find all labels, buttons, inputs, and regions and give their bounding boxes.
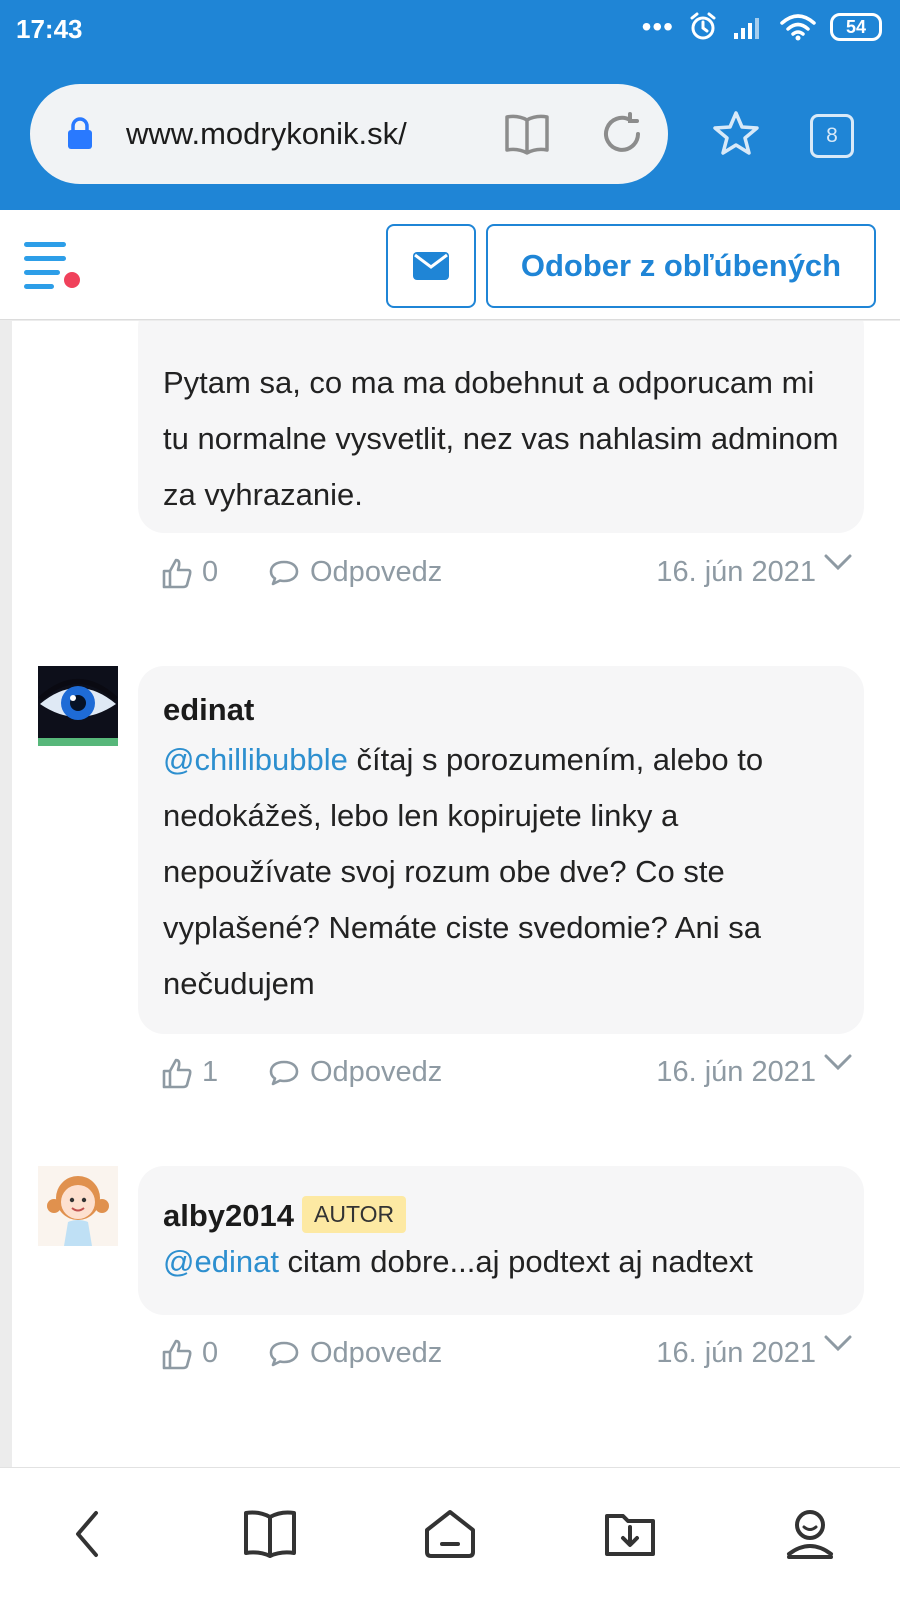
site-header: Odober z obľúbených (0, 210, 900, 320)
wifi-icon (780, 14, 816, 41)
comment-author[interactable]: alby2014 (163, 1198, 294, 1233)
menu-icon[interactable] (24, 242, 84, 294)
browser-chrome: 17:43 ••• 54 www.modrykonik.sk/ 8 (0, 0, 900, 210)
avatar[interactable] (38, 666, 118, 746)
bottom-nav (0, 1467, 900, 1600)
reply-label: Odpovedz (310, 556, 443, 588)
mail-icon (413, 252, 449, 280)
author-badge: AUTOR (302, 1196, 407, 1233)
like-button[interactable]: 1 (162, 1056, 218, 1089)
comment-date: 16. jún 2021 (656, 1337, 816, 1369)
reply-icon (269, 1060, 299, 1085)
star-icon[interactable] (712, 110, 760, 156)
like-button[interactable]: 0 (162, 556, 218, 589)
unfavorite-button[interactable]: Odober z obľúbených (486, 224, 876, 308)
reply-button[interactable]: Odpovedz (268, 556, 442, 589)
comment-actions: 0 Odpovedz 16. jún 2021 (162, 554, 872, 598)
thumbs-up-icon (162, 558, 192, 588)
comment-bubble: Pytam sa, co ma ma dobehnut a odporucam … (138, 321, 864, 533)
url-bar[interactable]: www.modrykonik.sk/ (30, 84, 668, 184)
battery-indicator: 54 (830, 13, 882, 41)
user-mention[interactable]: @edinat (163, 1244, 279, 1279)
bookmarks-icon[interactable] (240, 1504, 300, 1564)
status-time: 17:43 (16, 14, 83, 44)
more-notifications-icon: ••• (641, 11, 674, 42)
chevron-down-icon[interactable] (824, 554, 852, 572)
message-button[interactable] (386, 224, 476, 308)
profile-icon[interactable] (780, 1504, 840, 1564)
signal-icon (734, 18, 759, 39)
reply-icon (269, 1341, 299, 1366)
alarm-icon (690, 12, 716, 40)
comment-author-row: alby2014 AUTOR (163, 1196, 840, 1234)
like-button[interactable]: 0 (162, 1337, 218, 1370)
reply-icon (269, 560, 299, 585)
avatar[interactable] (38, 1166, 118, 1246)
reply-button[interactable]: Odpovedz (268, 1056, 442, 1089)
comment-thread: Pytam sa, co ma ma dobehnut a odporucam … (12, 321, 900, 1467)
comment-date: 16. jún 2021 (656, 556, 816, 588)
comment-text: Pytam sa, co ma ma dobehnut a odporucam … (163, 365, 839, 512)
comment-date: 16. jún 2021 (656, 1056, 816, 1088)
tabs-button[interactable]: 8 (810, 114, 854, 158)
download-icon[interactable] (600, 1504, 660, 1564)
reload-icon[interactable] (600, 112, 644, 156)
thumbs-up-icon (162, 1058, 192, 1088)
like-count: 0 (202, 556, 219, 588)
home-icon[interactable] (420, 1504, 480, 1564)
reply-label: Odpovedz (310, 1337, 443, 1369)
like-count: 0 (202, 1337, 219, 1369)
comment-actions: 1 Odpovedz 16. jún 2021 (162, 1054, 872, 1098)
like-count: 1 (202, 1056, 219, 1088)
comment-author[interactable]: edinat (163, 692, 840, 728)
comment-actions: 0 Odpovedz 16. jún 2021 (162, 1335, 872, 1379)
comment-bubble: edinat @chillibubble čítaj s porozumením… (138, 666, 864, 1034)
comment-text: @chillibubble čítaj s porozumením, alebo… (163, 742, 764, 1001)
comment-bubble: alby2014 AUTOR @edinat citam dobre...aj p… (138, 1166, 864, 1315)
reply-button[interactable]: Odpovedz (268, 1337, 442, 1370)
notification-dot (61, 269, 83, 291)
user-mention[interactable]: @chillibubble (163, 742, 348, 777)
chevron-down-icon[interactable] (824, 1335, 852, 1353)
reply-label: Odpovedz (310, 1056, 443, 1088)
thumbs-up-icon (162, 1339, 192, 1369)
back-icon[interactable] (58, 1504, 118, 1564)
reader-mode-icon[interactable] (504, 112, 550, 156)
lock-icon (68, 117, 92, 149)
url-text[interactable]: www.modrykonik.sk/ (126, 116, 407, 152)
comment-text: @edinat citam dobre...aj podtext aj nadt… (163, 1244, 753, 1279)
chevron-down-icon[interactable] (824, 1054, 852, 1072)
status-icons: ••• 54 (642, 12, 882, 42)
